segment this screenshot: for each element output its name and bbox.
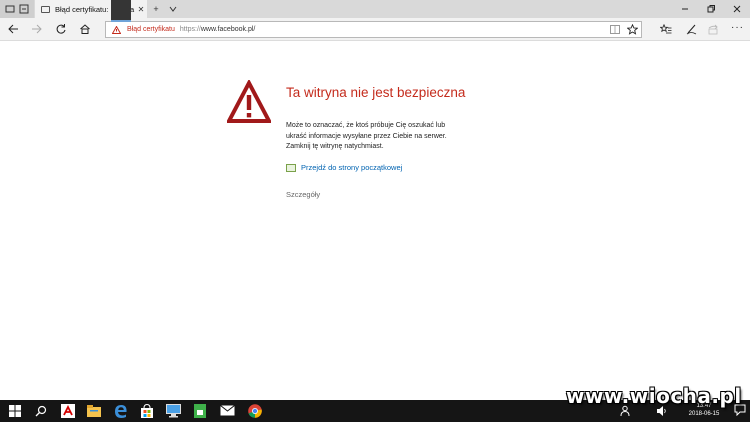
tab-switch-icon[interactable] — [19, 4, 29, 14]
page-favicon-icon — [41, 5, 50, 13]
restore-icon — [707, 5, 715, 13]
back-arrow-icon — [8, 24, 18, 34]
address-bar[interactable]: Błąd certyfikatu https://www.facebook.pl… — [105, 21, 642, 38]
forward-button[interactable] — [30, 22, 44, 36]
error-description-line: Zamknij tę witrynę natychmiast. — [286, 143, 384, 151]
close-window-button[interactable] — [724, 0, 750, 18]
taskbar-active-indicator — [111, 0, 131, 22]
home-icon — [80, 24, 90, 34]
url-host: www.facebook.pl/ — [200, 26, 256, 33]
clock-date: 2018-06-15 — [688, 411, 720, 417]
new-tab-icon[interactable]: + — [150, 2, 162, 16]
url-scheme: https:// — [179, 26, 201, 33]
monitor-icon[interactable] — [166, 404, 181, 418]
watermark: www.wiocha.pl — [566, 384, 742, 408]
file-explorer-icon[interactable] — [87, 405, 101, 417]
url-text[interactable]: https://www.facebook.pl/ — [180, 26, 256, 33]
warning-triangle-icon — [227, 80, 271, 123]
details-link[interactable]: Szczegóły — [286, 190, 320, 199]
forward-arrow-icon — [32, 24, 42, 34]
go-to-home-label[interactable]: Przejdź do strony początkowej — [301, 163, 402, 172]
tab-switcher-area[interactable] — [0, 0, 34, 18]
error-description-line: Może to oznaczać, że ktoś próbuje Cię os… — [286, 122, 446, 129]
tab-list-chevron-icon[interactable] — [167, 4, 179, 14]
favorite-star-icon[interactable] — [627, 24, 638, 35]
refresh-button[interactable] — [54, 22, 68, 36]
avira-icon[interactable] — [61, 404, 75, 418]
search-icon[interactable] — [35, 405, 47, 417]
pen-icon[interactable] — [686, 23, 697, 35]
error-description-line: ukraść informacje wysyłane przez Ciebie … — [286, 132, 447, 140]
back-button[interactable] — [6, 22, 20, 36]
favorites-hub-icon[interactable] — [660, 24, 672, 35]
minimize-icon — [682, 8, 688, 10]
close-icon — [733, 5, 741, 13]
error-title: Ta witryna nie jest bezpieczna — [286, 85, 466, 100]
refresh-icon — [56, 24, 66, 34]
go-to-home-link[interactable]: Przejdź do strony początkowej — [286, 163, 402, 172]
certificate-warning-icon[interactable] — [112, 25, 121, 34]
safe-shield-icon — [286, 163, 296, 172]
screen: Błąd certyfikatu: nawiga ✕ + Błąd certyf… — [0, 0, 750, 422]
more-icon[interactable]: ··· — [731, 23, 744, 33]
error-description: Może to oznaczać, że ktoś próbuje Cię os… — [286, 121, 486, 153]
reading-view-icon[interactable] — [610, 25, 620, 34]
minimize-button[interactable] — [672, 0, 698, 18]
certificate-error-label[interactable]: Błąd certyfikatu — [127, 26, 175, 33]
share-icon[interactable] — [708, 23, 719, 35]
edge-icon[interactable] — [114, 404, 128, 418]
tab-preview-icon[interactable] — [5, 4, 15, 14]
home-button[interactable] — [78, 22, 92, 36]
green-app-icon[interactable] — [194, 404, 206, 418]
tab-close-icon[interactable]: ✕ — [135, 5, 147, 14]
chrome-icon[interactable] — [248, 404, 262, 418]
maximize-button[interactable] — [698, 0, 724, 18]
windows-start-icon[interactable] — [9, 405, 21, 417]
mail-icon[interactable] — [220, 405, 235, 416]
store-icon[interactable] — [140, 404, 154, 418]
